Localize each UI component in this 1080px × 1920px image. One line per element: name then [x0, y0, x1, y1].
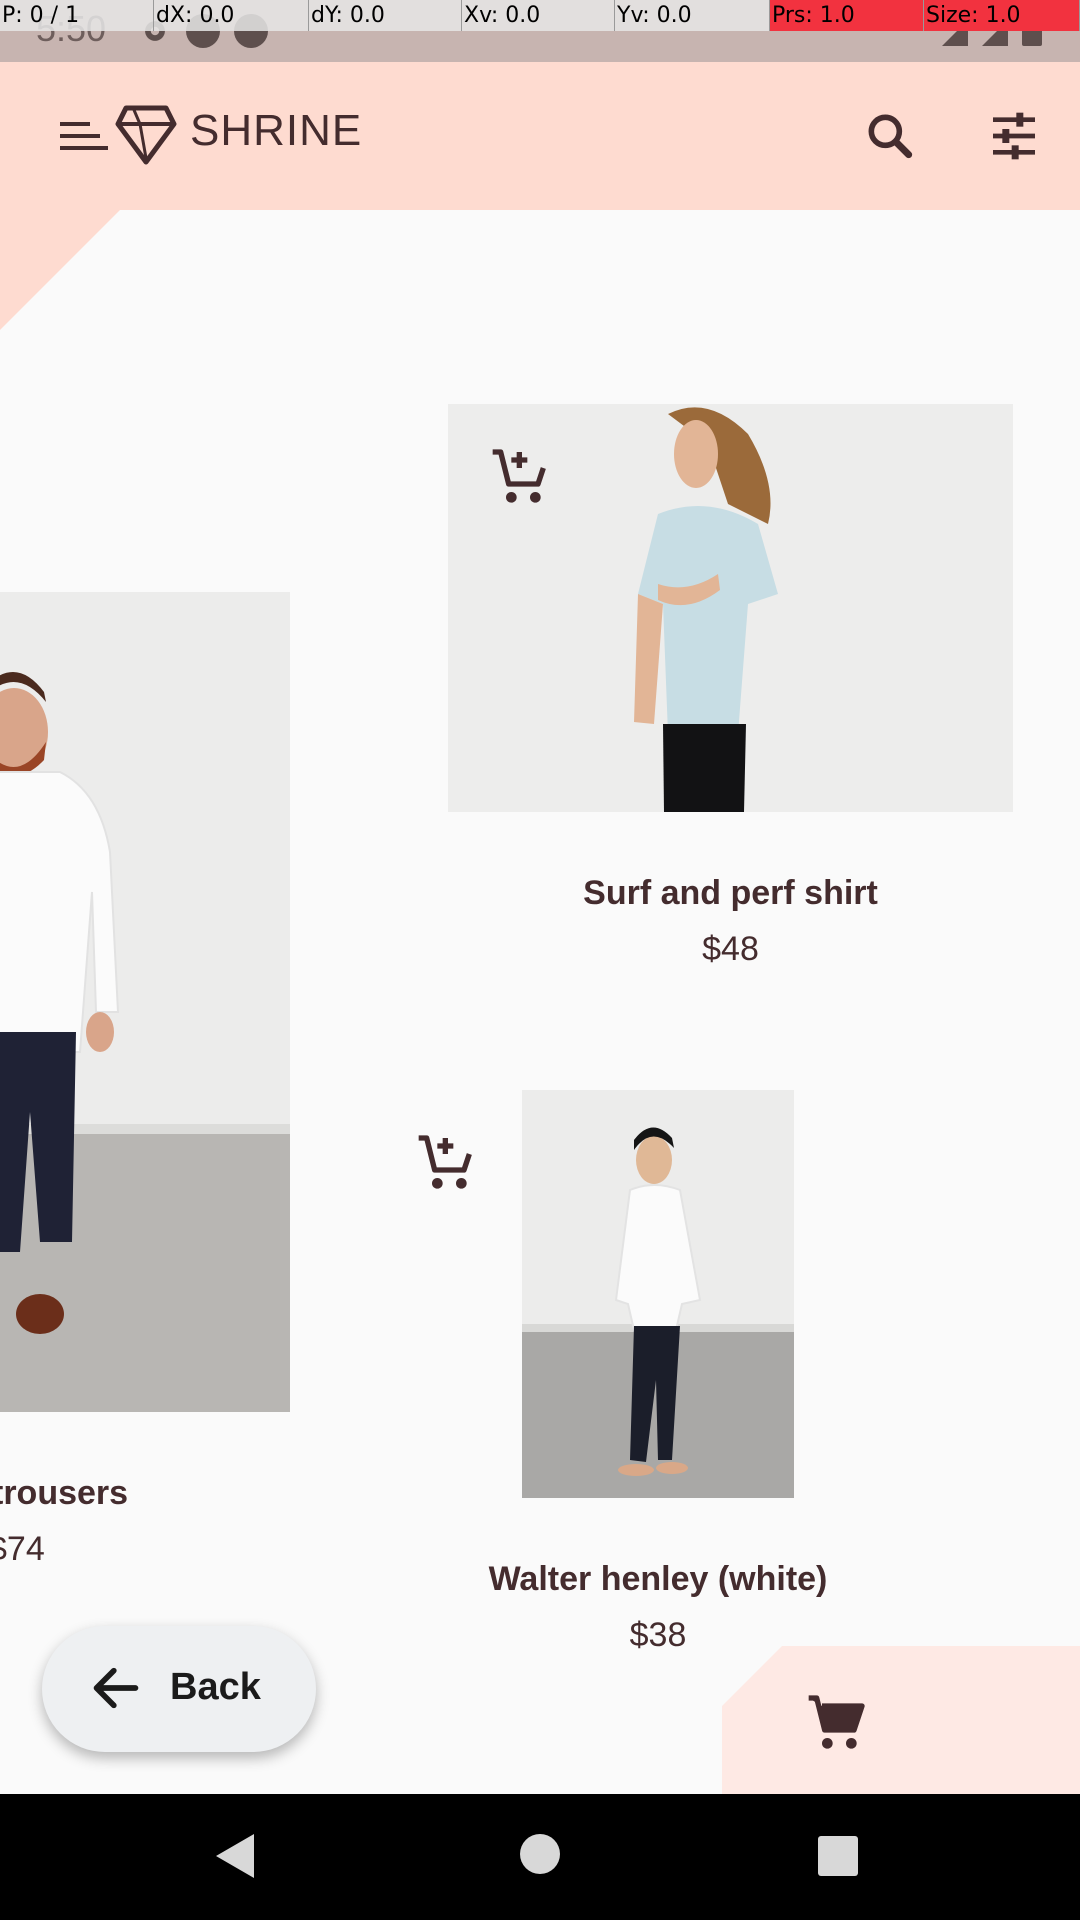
product-name-surf-and-perf-shirt: Surf and perf shirt [583, 874, 878, 912]
search-icon[interactable] [862, 108, 918, 164]
product-price-trousers: $74 [0, 1530, 45, 1568]
nav-back-icon[interactable] [216, 1834, 254, 1878]
add-to-cart-icon[interactable] [490, 444, 554, 508]
menu-icon-line [60, 134, 100, 138]
add-to-cart-icon[interactable] [416, 1130, 480, 1194]
status-bar: 5:50 P: 0 / 1 dX: 0.0 dY: 0.0 Xv: 0.0 Yv… [0, 0, 1080, 62]
brand-title: SHRINE [190, 106, 363, 155]
top-app-bar: SHRINE [0, 62, 1080, 210]
overlay-xv: Xv: 0.0 [462, 0, 615, 31]
overlay-dy: dY: 0.0 [309, 0, 462, 31]
arrow-left-icon [93, 1667, 139, 1709]
overlay-size: Size: 1.0 [924, 0, 1080, 31]
overlay-pressure: Prs: 1.0 [770, 0, 924, 31]
product-name-walter-henley-white: Walter henley (white) [488, 1560, 828, 1598]
product-image-trousers[interactable] [0, 592, 290, 1412]
menu-button[interactable] [56, 114, 108, 158]
overlay-dx: dX: 0.0 [154, 0, 309, 31]
product-name-trousers: trousers [0, 1474, 129, 1512]
system-navigation-bar [0, 1794, 1080, 1920]
overlay-yv: Yv: 0.0 [615, 0, 770, 31]
diamond-icon [115, 105, 177, 165]
menu-icon-line [60, 146, 108, 150]
nav-home-icon[interactable] [520, 1834, 560, 1874]
menu-icon [60, 122, 90, 126]
product-image-walter-henley-white[interactable] [522, 1090, 794, 1498]
nav-recents-icon[interactable] [818, 1836, 858, 1876]
back-button[interactable]: Back [42, 1626, 316, 1752]
product-photo [522, 1090, 794, 1498]
product-photo [0, 592, 290, 1412]
pointer-location-overlay: P: 0 / 1 dX: 0.0 dY: 0.0 Xv: 0.0 Yv: 0.0… [0, 0, 1080, 31]
overlay-pointer-count: P: 0 / 1 [0, 0, 154, 31]
back-button-label: Back [170, 1666, 261, 1708]
backdrop-notch [0, 210, 120, 330]
product-price-surf-and-perf-shirt: $48 [702, 930, 759, 968]
shopping-cart-icon[interactable] [806, 1690, 870, 1754]
tune-icon[interactable] [986, 108, 1042, 164]
cart-tab[interactable] [722, 1646, 1080, 1794]
